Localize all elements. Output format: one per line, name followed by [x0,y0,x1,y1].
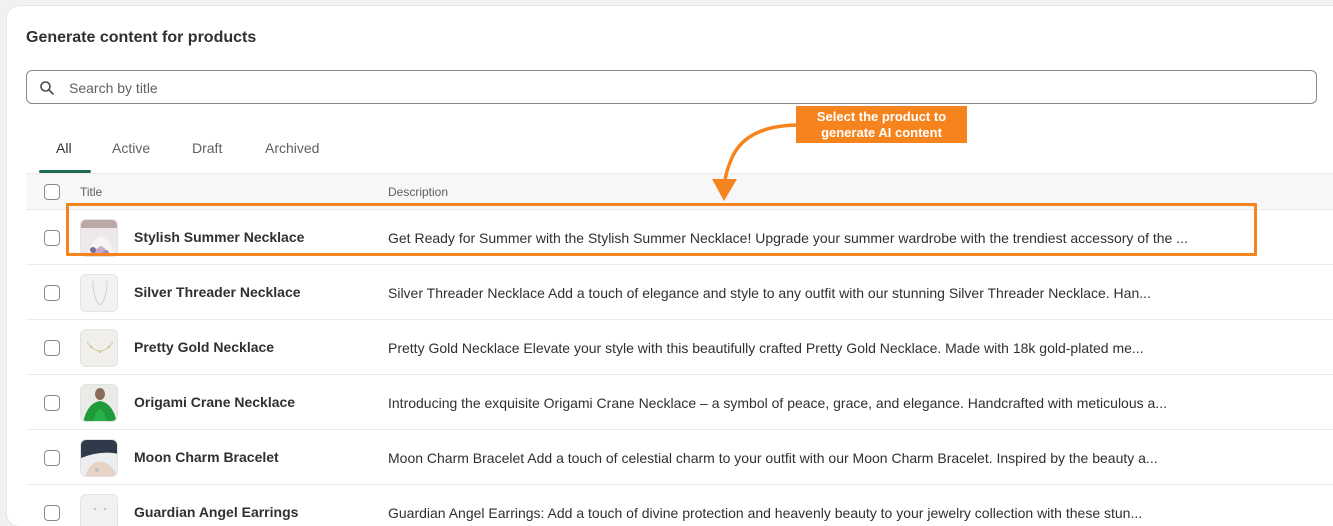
table-row[interactable]: Stylish Summer Necklace Get Ready for Su… [26,210,1333,265]
row-checkbox[interactable] [44,505,60,521]
tab-label: Archived [265,140,320,156]
product-description: Guardian Angel Earrings: Add a touch of … [388,505,1143,521]
tab-label: All [56,140,72,156]
product-thumbnail [80,494,118,526]
column-header-title: Title [80,185,103,199]
product-description: Get Ready for Summer with the Stylish Su… [388,230,1188,246]
table-header: Title Description [26,173,1333,210]
search-box[interactable] [26,70,1317,104]
product-title[interactable]: Origami Crane Necklace [134,394,295,410]
product-thumbnail [80,274,118,312]
callout-line-2: generate AI content [821,125,942,140]
select-all-checkbox[interactable] [44,184,60,200]
row-checkbox[interactable] [44,395,60,411]
product-thumbnail [80,219,118,257]
annotation-callout: Select the product to generate AI conten… [796,106,967,143]
product-description: Moon Charm Bracelet Add a touch of celes… [388,450,1158,466]
product-thumbnail [80,439,118,477]
table-row[interactable]: Moon Charm Bracelet Moon Charm Bracelet … [26,430,1333,485]
product-description: Pretty Gold Necklace Elevate your style … [388,340,1144,356]
product-title[interactable]: Silver Threader Necklace [134,284,301,300]
tab-all[interactable]: All [39,130,91,173]
row-checkbox[interactable] [44,340,60,356]
row-checkbox[interactable] [44,285,60,301]
tab-draft[interactable]: Draft [192,130,222,172]
table-row[interactable]: Pretty Gold Necklace Pretty Gold Necklac… [26,320,1333,375]
product-content-card: Generate content for products All Active… [7,6,1333,526]
tab-label: Active [112,140,151,156]
row-checkbox[interactable] [44,450,60,466]
product-title[interactable]: Moon Charm Bracelet [134,449,279,465]
table-row[interactable]: Silver Threader Necklace Silver Threader… [26,265,1333,320]
product-title[interactable]: Pretty Gold Necklace [134,339,274,355]
tab-label: Draft [192,140,223,156]
search-icon [40,81,54,95]
table-row[interactable]: Origami Crane Necklace Introducing the e… [26,375,1333,430]
tab-active[interactable]: Active [112,130,150,172]
tab-archived[interactable]: Archived [265,130,319,172]
search-input[interactable] [67,77,1271,99]
product-thumbnail [80,384,118,422]
product-description: Silver Threader Necklace Add a touch of … [388,285,1151,301]
table-row[interactable]: Guardian Angel Earrings Guardian Angel E… [26,485,1333,526]
product-thumbnail [80,329,118,367]
product-description: Introducing the exquisite Origami Crane … [388,395,1167,411]
column-header-description: Description [388,185,449,199]
product-title[interactable]: Stylish Summer Necklace [134,229,304,245]
row-checkbox[interactable] [44,230,60,246]
page-title: Generate content for products [26,29,257,46]
callout-line-1: Select the product to [816,109,947,124]
product-title[interactable]: Guardian Angel Earrings [134,504,298,520]
